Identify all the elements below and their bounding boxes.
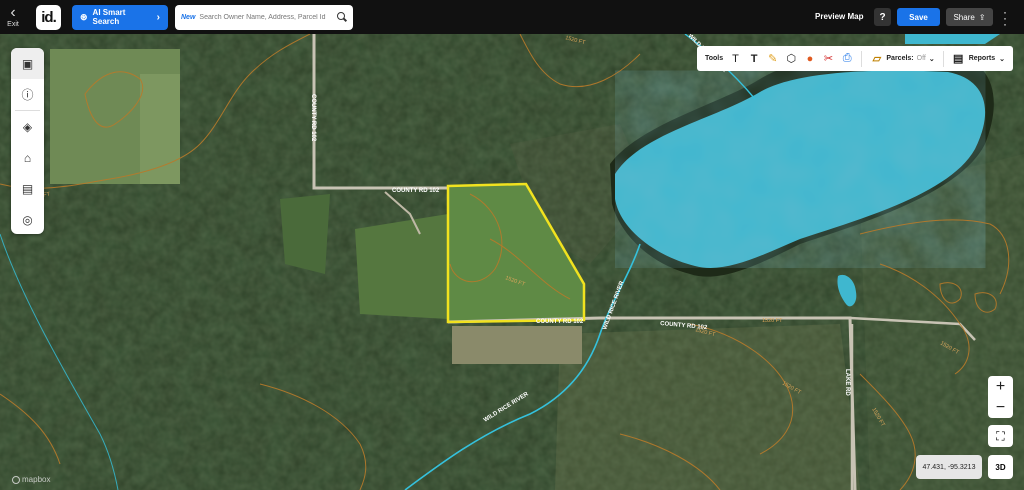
- draw-polygon-icon[interactable]: ⬡: [785, 52, 798, 65]
- field-south-of-road: [452, 326, 582, 364]
- chevron-down-icon: ⌄: [928, 55, 935, 63]
- zoom-control: + −: [988, 376, 1013, 418]
- mapbox-label: mapbox: [22, 475, 51, 484]
- report-icon[interactable]: ▤: [11, 173, 44, 204]
- reports-label: Reports: [968, 55, 996, 62]
- zoom-in-button[interactable]: +: [996, 378, 1005, 396]
- app-logo[interactable]: id.: [36, 4, 61, 30]
- location-settings-icon[interactable]: ◎: [11, 204, 44, 235]
- chevron-left-icon: ‹: [10, 4, 16, 21]
- view-3d-button[interactable]: 3D: [988, 455, 1013, 479]
- app-window: ‹ Exit id. ⊛ AI Smart Search › New Searc…: [0, 0, 1024, 490]
- label-lake-rd: LAKE RD: [844, 369, 850, 396]
- panel-toggle-icon[interactable]: ▣: [11, 48, 44, 79]
- field-northwest-strip: [140, 74, 180, 184]
- chevron-down-icon: ⌄: [999, 55, 1006, 63]
- parcels-state: Off: [916, 55, 926, 62]
- parcels-dropdown[interactable]: ▱ Parcels: Off ⌄: [870, 52, 935, 65]
- ruler-icon[interactable]: ✎: [766, 52, 779, 65]
- layers-icon[interactable]: ◈: [11, 111, 44, 142]
- focus-frame-icon: ⛶: [996, 428, 1005, 443]
- chevron-right-icon: ›: [156, 11, 160, 23]
- top-bar: ‹ Exit id. ⊛ AI Smart Search › New Searc…: [0, 0, 1024, 34]
- reports-icon: ▤: [953, 53, 964, 65]
- text-box-icon[interactable]: T: [748, 53, 761, 65]
- marker-icon[interactable]: ●: [804, 53, 817, 65]
- exit-label: Exit: [7, 21, 19, 28]
- share-button[interactable]: Share ⇪: [946, 8, 993, 26]
- label-county-rd-top: COUNTY RD 102: [392, 188, 440, 194]
- preview-map-button[interactable]: Preview Map: [815, 12, 863, 21]
- share-label: Share: [953, 12, 975, 22]
- search-input[interactable]: New Search Owner Name, Address, Parcel I…: [175, 4, 353, 30]
- satellite-map[interactable]: COUNTY RD 102 COUNTY RD 102 COUNTY RD 10…: [0, 34, 1024, 490]
- new-badge: New: [181, 13, 196, 21]
- info-icon[interactable]: ⓘ: [11, 79, 44, 110]
- left-toolbar: ▣ ⓘ ◈ ⌂ ▤ ◎: [11, 48, 44, 234]
- share-icon: ⇪: [978, 12, 986, 22]
- field-southwest: [280, 194, 330, 274]
- recenter-button[interactable]: ⛶: [988, 425, 1013, 447]
- parcel-icon: ▱: [872, 53, 882, 65]
- tools-label: Tools: [705, 55, 724, 62]
- mapbox-logo-icon: [12, 475, 20, 484]
- parcels-label: Parcels:: [886, 55, 914, 62]
- map-tools-toolbar: Tools T T ✎ ⬡ ● ✂ ⎙ ▱ Parcels: Off ⌄ ▤ R…: [697, 46, 1013, 71]
- text-icon[interactable]: T: [729, 53, 742, 65]
- buildings-icon[interactable]: ⌂: [11, 142, 44, 173]
- search-placeholder: Search Owner Name, Address, Parcel Id: [199, 13, 326, 21]
- search-icon[interactable]: [337, 12, 347, 22]
- ai-smart-search-label: AI Smart Search: [92, 8, 126, 26]
- field-west-of-parcel: [355, 214, 448, 319]
- toolbar-divider: [861, 50, 863, 67]
- mapbox-attribution[interactable]: mapbox: [12, 475, 50, 484]
- ai-smart-search-button[interactable]: ⊛ AI Smart Search ›: [72, 4, 168, 30]
- lake-northeast: [905, 34, 1000, 44]
- label-contour-7: 1520 FT: [762, 318, 783, 324]
- label-county-rd-vertical: COUNTY RD 102: [310, 94, 316, 142]
- reports-dropdown[interactable]: ▤ Reports ⌄: [952, 52, 1005, 65]
- scissors-icon[interactable]: ✂: [822, 52, 835, 65]
- print-icon[interactable]: ⎙: [841, 52, 854, 65]
- sparkle-search-icon: ⊛: [80, 11, 88, 22]
- toolbar-divider-2: [942, 50, 944, 67]
- help-button[interactable]: ?: [874, 8, 891, 26]
- more-options-icon[interactable]: · · ·: [1002, 6, 1008, 30]
- exit-button[interactable]: ‹ Exit: [0, 0, 26, 34]
- zoom-out-button[interactable]: −: [996, 399, 1005, 417]
- label-county-rd-bottom: COUNTY RD 102: [536, 319, 584, 325]
- coordinates-readout: 47.431, -95.3213: [916, 455, 982, 479]
- save-button[interactable]: Save: [897, 8, 940, 26]
